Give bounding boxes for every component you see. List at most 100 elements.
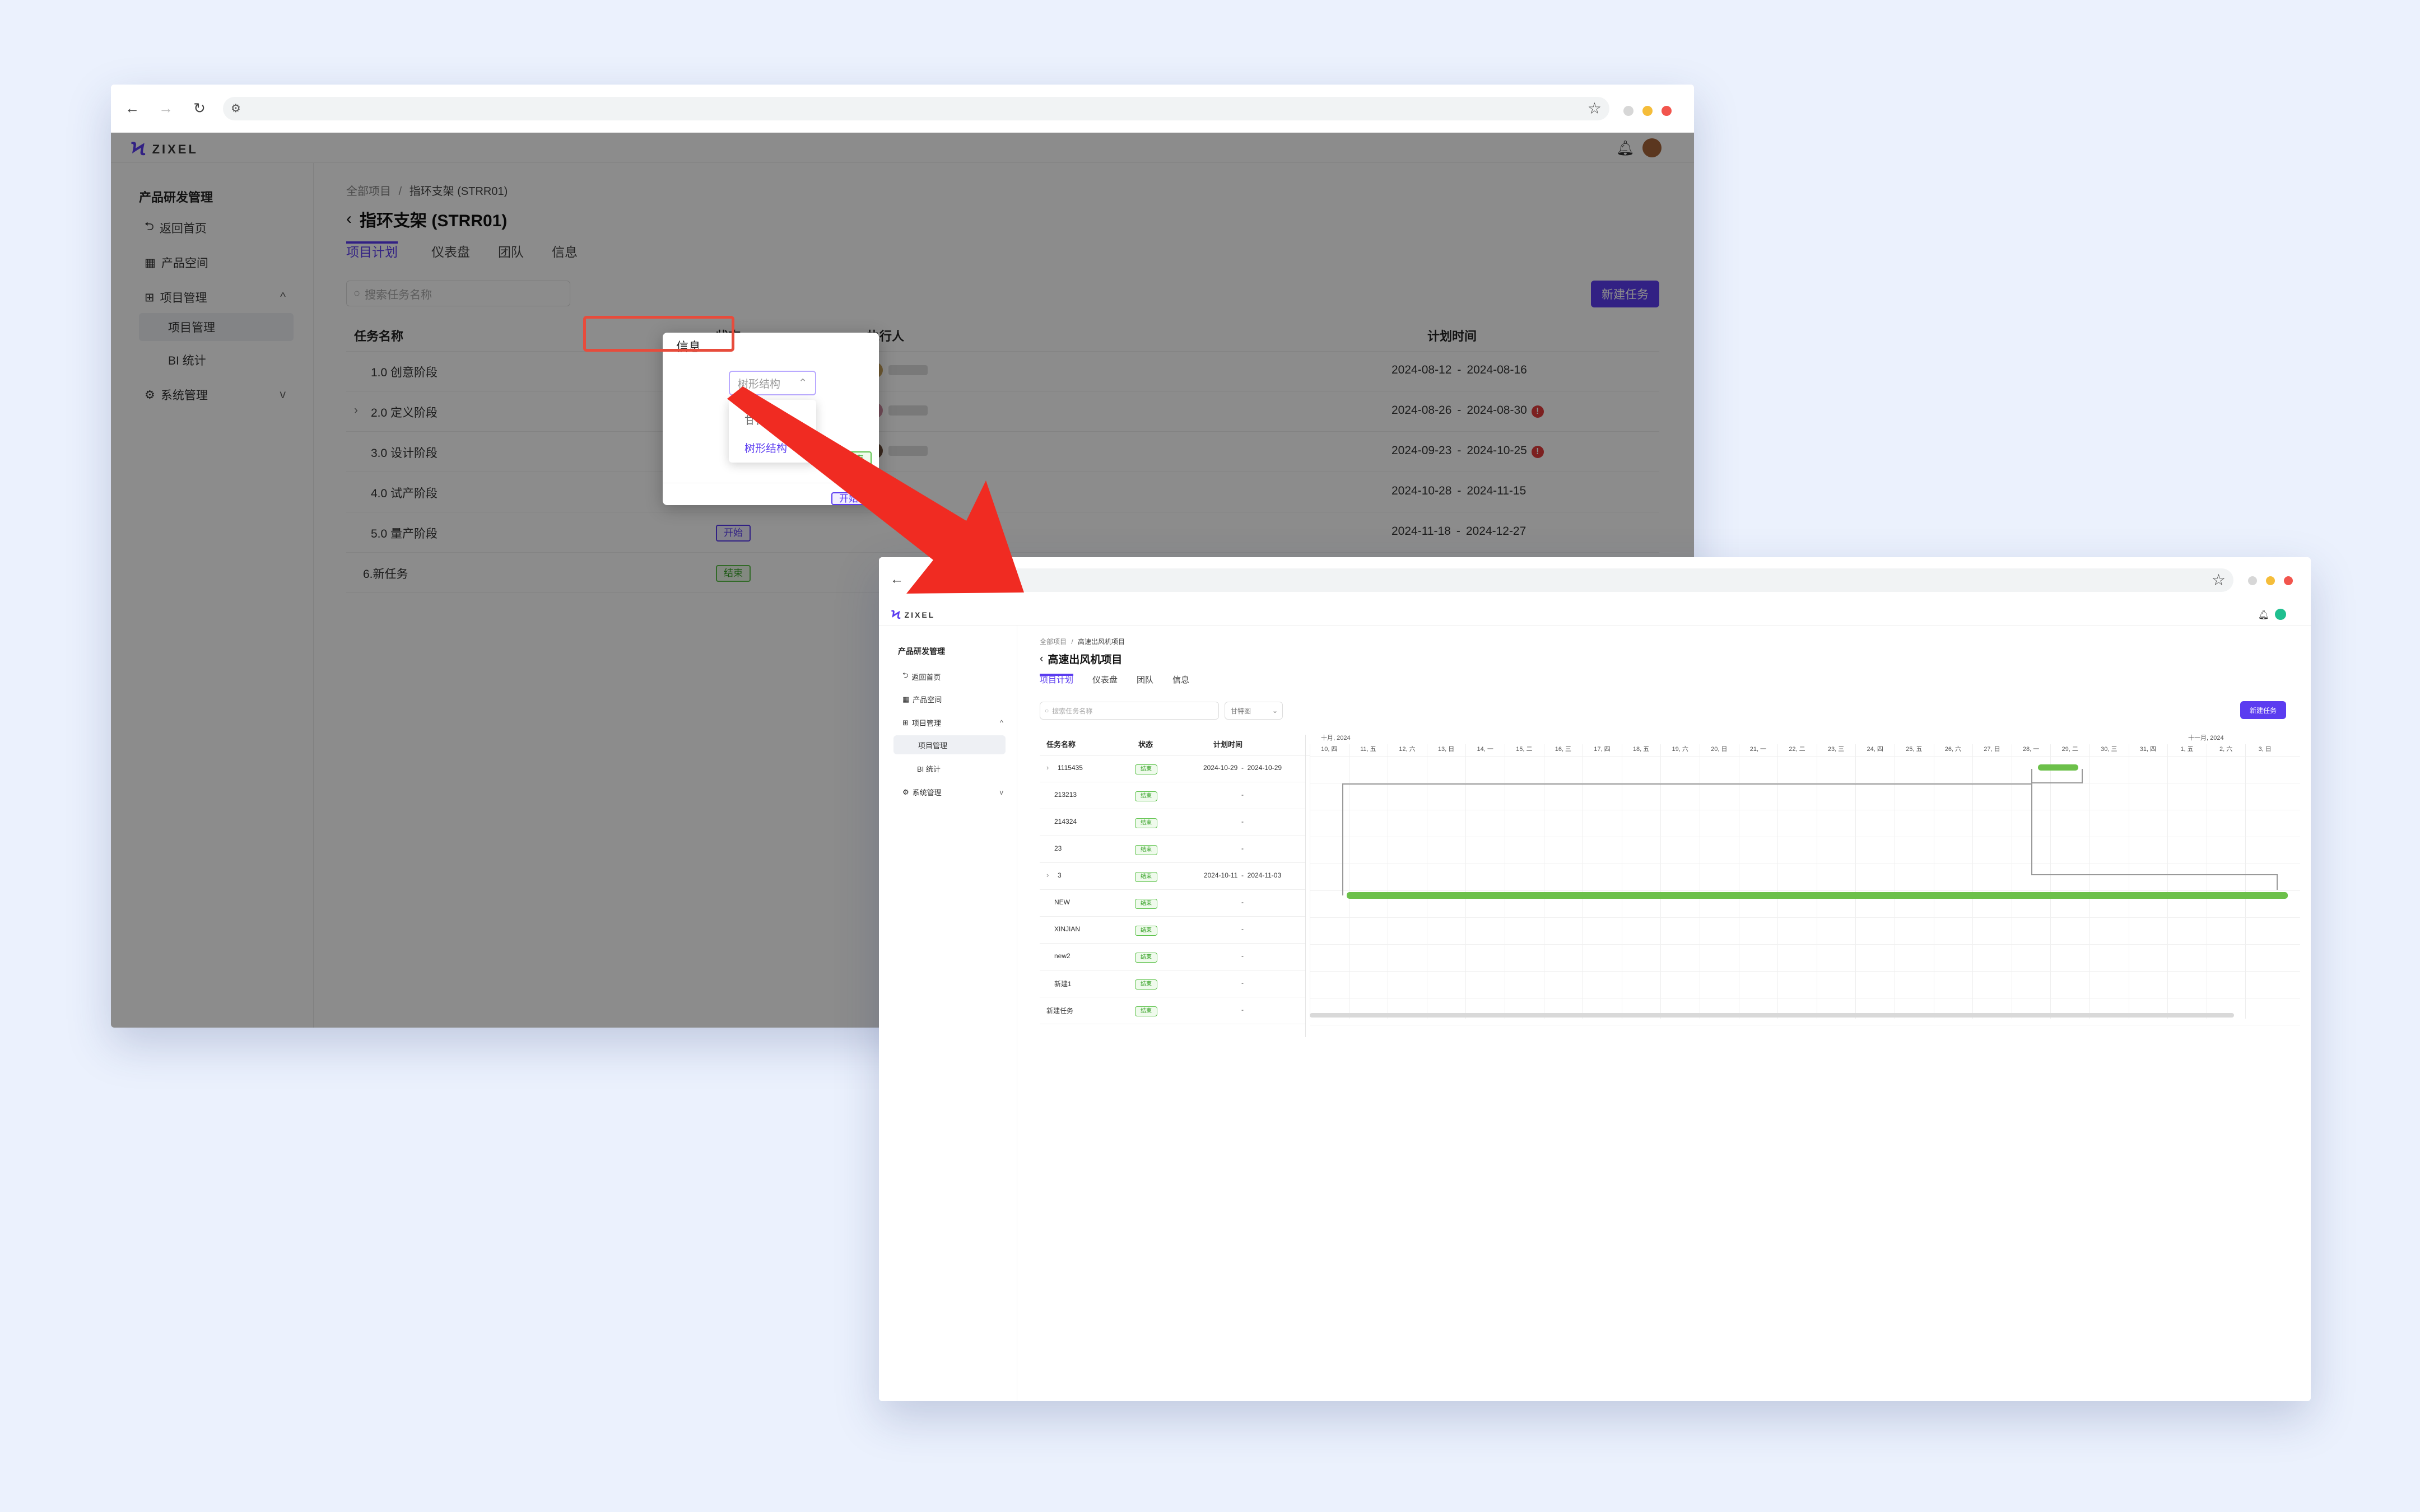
user-avatar[interactable] [2275,609,2286,620]
table-row[interactable]: NEW 结束 - [1040,890,1305,917]
dependency-connector [2277,874,2278,890]
tab-team[interactable]: 团队 [1137,674,1153,690]
grid-icon: ▦ [902,694,910,703]
sidebar-item-label: 返回首页 [911,673,941,682]
logo: Ϟ ZIXEL [891,608,935,622]
task-name[interactable]: 214324 [1054,818,1077,825]
view-select[interactable]: 树形结构 ⌃ [729,371,816,395]
task-name[interactable]: new2 [1054,952,1071,960]
chevron-down-icon: v [999,788,1004,796]
tab-dashboard[interactable]: 仪表盘 [1092,674,1118,690]
reload-icon[interactable]: ↻ [948,571,966,589]
view-select[interactable]: 甘特图 ⌄ [1225,702,1283,720]
task-name[interactable]: 1115435 [1058,764,1083,772]
task-name[interactable]: 3 [1058,871,1062,879]
status-badge: 开始 [831,492,866,505]
address-bar[interactable]: ⚙ ☆ [223,97,1609,120]
gantt-horizontal-scrollbar[interactable] [1310,1013,2234,1018]
gantt-row-line [1310,971,2300,972]
search-placeholder: 搜索任务名称 [1052,707,1093,715]
table-row[interactable]: › 3 结束 2024-10-11 - 2024-11-03 [1040,863,1305,890]
sidebar-item-home[interactable]: ⮌ 返回首页 [902,670,941,683]
plan-time: 2024-10-29 - 2024-10-29 [1203,764,1282,772]
app-content: Ϟ ZIXEL 🔔︎ 产品研发管理 ⮌ 返回首页 ▦ 产品空间 ⊞ 项目管理 ^ 项目管… [879,604,2311,1401]
forward-arrow-icon[interactable]: → [156,98,176,118]
plan-time: - [1241,818,1244,825]
bookmark-star-icon[interactable]: ☆ [2212,571,2226,589]
table-row[interactable]: 23 结束 - [1040,836,1305,863]
window-dot-yellow[interactable] [2266,576,2275,585]
gantt-grid-line [2167,744,2168,1019]
sidebar-item-bi[interactable]: BI 统计 [917,763,941,774]
back-arrow-icon[interactable]: ← [888,571,906,589]
task-name[interactable]: 新建任务 [1046,1006,1073,1015]
gantt-bar-3[interactable] [1347,892,2288,899]
search-input[interactable]: ○ 搜索任务名称 [1040,702,1219,720]
window-dot-yellow[interactable] [1642,106,1653,116]
view-select-value: 树形结构 [738,378,781,390]
apps-icon: ⊞ [902,718,909,727]
site-settings-icon[interactable]: ⚙ [986,573,997,587]
view-switch-popover: 信息 树形结构 ⌃ 甘特图 树形结构 结束 开始 [663,333,879,505]
window-dot-red[interactable] [2284,576,2293,585]
sidebar-item-product-space[interactable]: ▦ 产品空间 [902,694,942,704]
sidebar: 产品研发管理 ⮌ 返回首页 ▦ 产品空间 ⊞ 项目管理 ^ 项目管理 BI 统计 ⚙ 系统… [879,626,1017,1401]
sidebar-group-project[interactable]: ⊞ 项目管理 ^ [902,717,1003,728]
gantt-bar-1115435[interactable] [2038,764,2078,771]
task-name[interactable]: XINJIAN [1054,925,1080,933]
window-dot-red[interactable] [1662,106,1672,116]
plan-time: - [1241,791,1244,799]
task-name[interactable]: 213213 [1054,791,1077,799]
address-bar[interactable]: ⚙ ☆ [979,568,2233,592]
task-name[interactable]: 新建1 [1054,979,1072,988]
status-badge: 结束 [837,451,872,468]
col-header-time: 计划时间 [1213,740,1243,749]
table-row[interactable]: › 1115435 结束 2024-10-29 - 2024-10-29 [1040,755,1305,782]
breadcrumb-root[interactable]: 全部项目 [1040,638,1067,646]
dependency-connector [2031,874,2278,875]
task-name[interactable]: 23 [1054,844,1062,852]
reload-icon[interactable]: ↻ [189,98,210,118]
option-gantt[interactable]: 甘特图 [744,412,776,427]
chevron-left-icon[interactable]: ‹ [1040,653,1043,665]
tab-info[interactable]: 信息 [1172,674,1189,690]
bell-icon[interactable]: 🔔︎ [2258,609,2269,620]
expand-chevron-icon[interactable]: › [1046,763,1049,772]
table-row[interactable]: XINJIAN 结束 - [1040,917,1305,944]
sidebar-item-label: 系统管理 [912,788,942,797]
expand-chevron-icon[interactable]: › [1046,871,1049,879]
table-row[interactable]: 213213 结束 - [1040,782,1305,809]
plan-time: 2024-10-11 - 2024-11-03 [1203,871,1282,879]
window-dot-gray[interactable] [2248,576,2257,585]
gantt-row-line [1310,756,2300,757]
bookmark-star-icon[interactable]: ☆ [1588,99,1602,118]
chevron-up-icon: ⌃ [798,377,807,389]
site-settings-icon[interactable]: ⚙ [231,101,241,115]
table-row[interactable]: 新建1 结束 - [1040,970,1305,997]
task-name[interactable]: NEW [1054,898,1070,906]
window-dot-gray[interactable] [1623,106,1634,116]
sidebar-item-label: 项目管理 [911,719,941,727]
gantt-row-line [1310,917,2300,918]
plan-time: - [1241,844,1244,852]
front-browser-window: ← → ↻ ⚙ ☆ Ϟ ZIXEL 🔔︎ 产品研发管理 ⮌ 返回首页 ▦ 产品空间 … [879,557,2311,1401]
status-badge: 结束 [1135,818,1157,828]
gantt-task-table: 任务名称 状态 计划时间 › 1115435 结束 2024-10-29 - 2024… [1040,735,1310,1037]
option-tree[interactable]: 树形结构 [744,440,787,455]
status-badge: 结束 [1135,845,1157,855]
table-row[interactable]: new2 结束 - [1040,944,1305,970]
view-select-value: 甘特图 [1231,707,1251,715]
forward-arrow-icon[interactable]: → [918,571,936,589]
plan-time: - [1241,979,1244,987]
sidebar-item-project-manage[interactable]: 项目管理 [893,735,1006,754]
page-title: ‹ 高速出风机项目 [1040,651,1122,666]
status-badge: 结束 [1135,926,1157,936]
new-task-button[interactable]: 新建任务 [2240,701,2286,719]
table-row[interactable]: 新建任务 结束 - [1040,997,1305,1024]
table-row[interactable]: 214324 结束 - [1040,809,1305,836]
tab-plan[interactable]: 项目计划 [1040,674,1074,690]
status-badge: 结束 [1135,764,1157,774]
back-arrow-icon[interactable]: ← [122,98,142,118]
sidebar-group-system[interactable]: ⚙ 系统管理 v [902,787,1003,797]
browser-toolbar: ← → ↻ ⚙ ☆ [111,85,1694,133]
